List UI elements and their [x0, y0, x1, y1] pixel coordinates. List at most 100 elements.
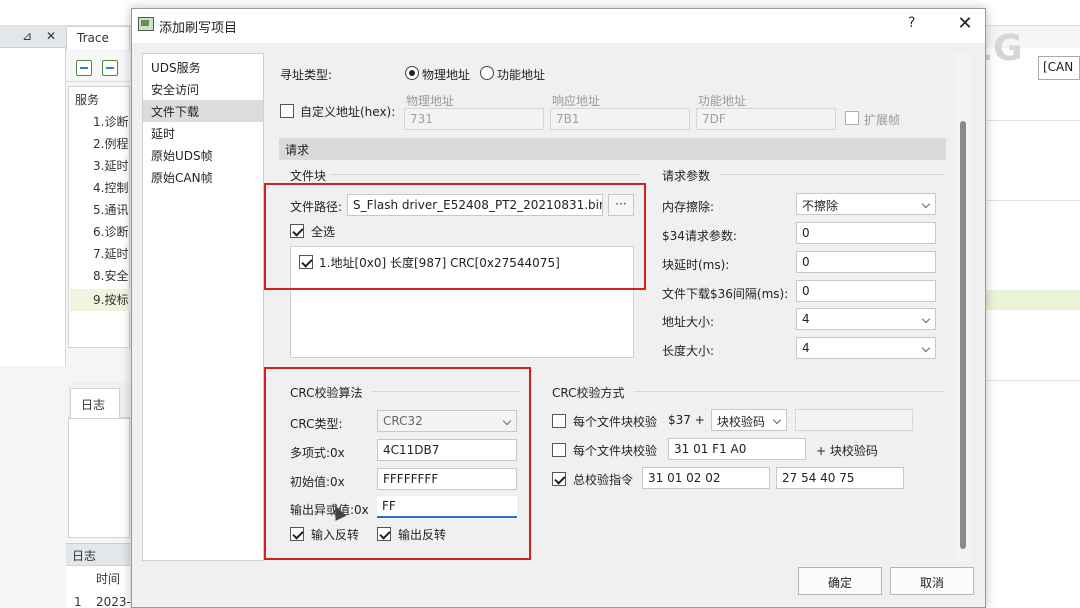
total-check-value-input[interactable]: 27 54 40 75 [776, 467, 904, 489]
export-icon[interactable] [102, 60, 118, 76]
per-block-routine-label: 每个文件块校验 [573, 444, 658, 458]
memory-erase-value: 不擦除 [802, 199, 839, 213]
bottom-log-header: 日志 [66, 543, 130, 565]
address-size-label: 地址大小: [662, 315, 715, 329]
background-divider [986, 380, 1080, 381]
table-header-time: 时间 [96, 572, 121, 586]
service-item[interactable]: 9.按标 [93, 291, 128, 308]
custom-address-checkbox[interactable] [280, 104, 294, 118]
extended-frame-label: 扩展帧 [864, 113, 901, 127]
service-panel-title: 服务 [75, 93, 100, 107]
custom-address-label: 自定义地址(hex): [300, 105, 396, 119]
response-address-label: 响应地址 [552, 94, 601, 108]
functional-address-radio-label[interactable]: 功能地址 [497, 66, 545, 83]
bottom-log-table: 时间 1 2023- [66, 565, 131, 608]
background-divider [986, 200, 1080, 201]
chevron-down-icon [921, 314, 931, 324]
total-check-command-input[interactable]: 31 01 02 02 [642, 467, 770, 489]
service-item[interactable]: 2.例程 [93, 135, 128, 152]
memory-erase-label: 内存擦除: [662, 200, 715, 214]
group-divider [634, 391, 944, 392]
service-item[interactable]: 6.诊断 [93, 223, 128, 240]
param34-label: $34请求参数: [662, 229, 737, 243]
service-item[interactable]: 3.延时 [93, 157, 128, 174]
table-row-time: 2023- [96, 595, 131, 608]
param34-input[interactable]: 0 [796, 222, 936, 244]
scrollbar-thumb[interactable] [960, 121, 966, 549]
dialog-title: 添加刷写项目 [159, 21, 238, 36]
nav-item-raw-can-frame[interactable]: 原始CAN帧 [143, 166, 263, 188]
group-divider [330, 174, 640, 175]
help-icon[interactable]: ? [908, 15, 915, 31]
physical-address-radio[interactable] [405, 66, 419, 80]
highlight-box-file-block [264, 183, 646, 290]
nav-item-raw-uds-frame[interactable]: 原始UDS帧 [143, 144, 263, 166]
nav-item-file-download[interactable]: 文件下载 [143, 100, 263, 122]
background-service-panel: 服务 1.诊断 2.例程 3.延时 4.控制 5.通讯 6.诊断 7.延时 8.… [68, 86, 130, 348]
panel-close-icon[interactable]: ✕ [46, 29, 56, 43]
ok-button[interactable]: 确定 [798, 567, 882, 595]
background-panel-header: ⊿ ✕ [0, 26, 66, 48]
block-delay-input[interactable]: 0 [796, 251, 936, 273]
address-size-value: 4 [802, 312, 810, 326]
functional-address-label: 功能地址 [698, 94, 747, 108]
per-block-routine-checkbox[interactable] [552, 443, 566, 457]
address-size-select[interactable]: 4 [796, 308, 936, 330]
physical-address-input[interactable]: 731 [404, 108, 544, 130]
block-checksum-select[interactable]: 块校验码 [711, 409, 787, 431]
block-checksum-value: 块校验码 [717, 415, 766, 429]
block-delay-label: 块延时(ms): [662, 258, 730, 272]
highlight-box-crc-algorithm [264, 367, 531, 560]
length-size-label: 长度大小: [662, 344, 715, 358]
functional-address-radio[interactable] [480, 66, 494, 80]
group-divider [720, 174, 944, 175]
request-section-header: 请求 [279, 138, 946, 160]
service-item[interactable]: 8.安全 [93, 267, 128, 284]
background-left-panel [0, 48, 66, 366]
per-block-37-code: $37 + [668, 413, 705, 427]
background-right-highlight [986, 290, 1080, 310]
nav-list: UDS服务 安全访问 文件下载 延时 原始UDS帧 原始CAN帧 [142, 53, 264, 561]
table-row-index: 1 [74, 595, 82, 608]
nav-item-uds-service[interactable]: UDS服务 [143, 56, 263, 78]
cancel-button[interactable]: 取消 [890, 567, 974, 595]
service-item[interactable]: 5.通讯 [93, 201, 128, 218]
response-address-input[interactable]: 7B1 [550, 108, 690, 130]
close-icon[interactable]: ✕ [954, 13, 976, 34]
crc-method-title: CRC校验方式 [552, 386, 625, 400]
per-block-37-label: 每个文件块校验 [573, 415, 658, 429]
physical-address-radio-label[interactable]: 物理地址 [422, 66, 470, 83]
service-item[interactable]: 7.延时 [93, 245, 128, 262]
functional-address-input[interactable]: 7DF [696, 108, 836, 130]
service-item[interactable]: 1.诊断 [93, 113, 128, 130]
import-icon[interactable] [76, 60, 92, 76]
total-check-label: 总校验指令 [573, 473, 634, 487]
background-divider [986, 120, 1080, 121]
per-block-37-input[interactable] [795, 409, 913, 431]
background-log-area [68, 418, 130, 538]
background-right-field[interactable]: [CAN [1038, 56, 1080, 80]
log-tab[interactable]: 日志 [70, 388, 120, 418]
pin-icon[interactable]: ⊿ [22, 29, 32, 43]
background-right-area [986, 48, 1080, 608]
app-icon [138, 17, 154, 31]
per-block-routine-input[interactable]: 31 01 F1 A0 [668, 438, 806, 460]
per-block-37-checkbox[interactable] [552, 414, 566, 428]
background-toolbar [66, 52, 130, 82]
length-size-value: 4 [802, 341, 810, 355]
memory-erase-select[interactable]: 不擦除 [796, 193, 936, 215]
nav-item-security-access[interactable]: 安全访问 [143, 78, 263, 100]
total-check-checkbox[interactable] [552, 472, 566, 486]
nav-item-delay[interactable]: 延时 [143, 122, 263, 144]
interval36-label: 文件下载$36间隔(ms): [662, 287, 789, 301]
file-block-title: 文件块 [290, 169, 327, 183]
interval36-input[interactable]: 0 [796, 280, 936, 302]
chevron-down-icon [921, 199, 931, 209]
length-size-select[interactable]: 4 [796, 337, 936, 359]
trace-tab[interactable]: Trace [66, 26, 130, 50]
service-item[interactable]: 4.控制 [93, 179, 128, 196]
chevron-down-icon [921, 343, 931, 353]
extended-frame-checkbox[interactable] [845, 111, 859, 125]
chevron-down-icon [772, 415, 782, 425]
addressing-type-label: 寻址类型: [280, 68, 333, 82]
